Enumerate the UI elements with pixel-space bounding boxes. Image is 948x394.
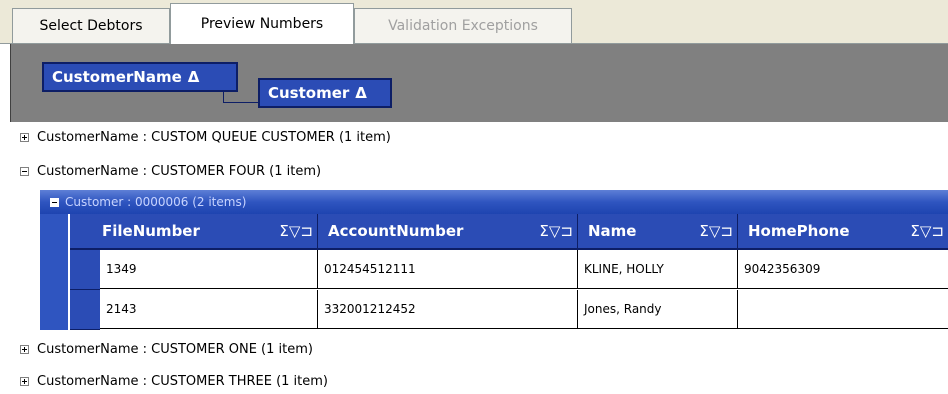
row-selector[interactable] — [70, 250, 100, 290]
collapse-minus-icon[interactable] — [50, 197, 59, 207]
group-row[interactable]: CustomerName : CUSTOMER THREE (1 item) — [20, 370, 328, 392]
sum-filter-pin-icons[interactable]: Σ▽⊐ — [539, 222, 577, 240]
expand-plus-icon[interactable] — [20, 344, 29, 354]
group-row-label: CustomerName : CUSTOM QUEUE CUSTOMER (1 … — [37, 129, 391, 145]
cell-name[interactable]: KLINE, HOLLY — [578, 250, 738, 289]
column-header-filenumber[interactable]: FileNumber Σ▽⊐ — [70, 214, 318, 250]
column-header-label: AccountNumber — [328, 222, 464, 240]
expand-plus-icon[interactable] — [20, 132, 29, 142]
group-row[interactable]: CustomerName : CUSTOM QUEUE CUSTOMER (1 … — [20, 126, 391, 148]
group-connector — [223, 92, 260, 103]
cell-filenumber[interactable]: 1349 — [100, 250, 318, 289]
tab-preview-numbers[interactable]: Preview Numbers — [170, 3, 354, 44]
group-row-label: CustomerName : CUSTOMER THREE (1 item) — [37, 373, 328, 389]
cell-accountnumber[interactable]: 332001212452 — [318, 290, 578, 329]
column-header-label: FileNumber — [102, 222, 200, 240]
column-header-name[interactable]: Name Σ▽⊐ — [578, 214, 738, 250]
cell-homephone[interactable]: 9042356309 — [738, 250, 948, 289]
tab-label: Validation Exceptions — [388, 18, 538, 34]
group-chip-label: CustomerName — [52, 68, 182, 86]
sum-filter-pin-icons[interactable]: Σ▽⊐ — [279, 222, 317, 240]
collapse-minus-icon[interactable] — [20, 166, 29, 176]
subgroup-band[interactable]: Customer : 0000006 (2 items) — [40, 190, 948, 214]
group-by-area[interactable]: CustomerName Δ Customer Δ — [10, 44, 948, 122]
group-row-label: CustomerName : CUSTOMER ONE (1 item) — [37, 341, 313, 357]
group-row[interactable]: CustomerName : CUSTOMER ONE (1 item) — [20, 338, 313, 360]
subgroup-label: Customer : 0000006 (2 items) — [65, 195, 247, 209]
group-row[interactable]: CustomerName : CUSTOMER FOUR (1 item) — [20, 160, 321, 182]
sort-ascending-icon: Δ — [355, 84, 367, 102]
grid-indent — [40, 214, 68, 330]
cell-filenumber[interactable]: 2143 — [100, 290, 318, 329]
sort-ascending-icon: Δ — [187, 68, 200, 86]
tab-label: Preview Numbers — [200, 16, 324, 32]
group-row-label: CustomerName : CUSTOMER FOUR (1 item) — [37, 163, 322, 179]
column-header-accountnumber[interactable]: AccountNumber Σ▽⊐ — [318, 214, 578, 250]
row-selector[interactable] — [70, 290, 100, 330]
group-chip-label: Customer — [268, 84, 350, 102]
column-header-label: HomePhone — [748, 222, 850, 240]
tab-label: Select Debtors — [39, 18, 143, 34]
sum-filter-pin-icons[interactable]: Σ▽⊐ — [699, 222, 737, 240]
tab-bar: Select Debtors Preview Numbers Validatio… — [0, 0, 948, 44]
tab-select-debtors[interactable]: Select Debtors — [12, 8, 170, 43]
tab-validation-exceptions[interactable]: Validation Exceptions — [354, 8, 572, 43]
group-chip-customername[interactable]: CustomerName Δ — [42, 62, 238, 92]
sum-filter-pin-icons[interactable]: Σ▽⊐ — [910, 222, 948, 240]
cell-accountnumber[interactable]: 012454512111 — [318, 250, 578, 289]
column-header-label: Name — [588, 222, 637, 240]
expand-plus-icon[interactable] — [20, 376, 29, 386]
column-header-homephone[interactable]: HomePhone Σ▽⊐ — [738, 214, 948, 250]
cell-homephone[interactable] — [738, 290, 948, 329]
cell-name[interactable]: Jones, Randy — [578, 290, 738, 329]
group-chip-customer[interactable]: Customer Δ — [258, 78, 392, 108]
